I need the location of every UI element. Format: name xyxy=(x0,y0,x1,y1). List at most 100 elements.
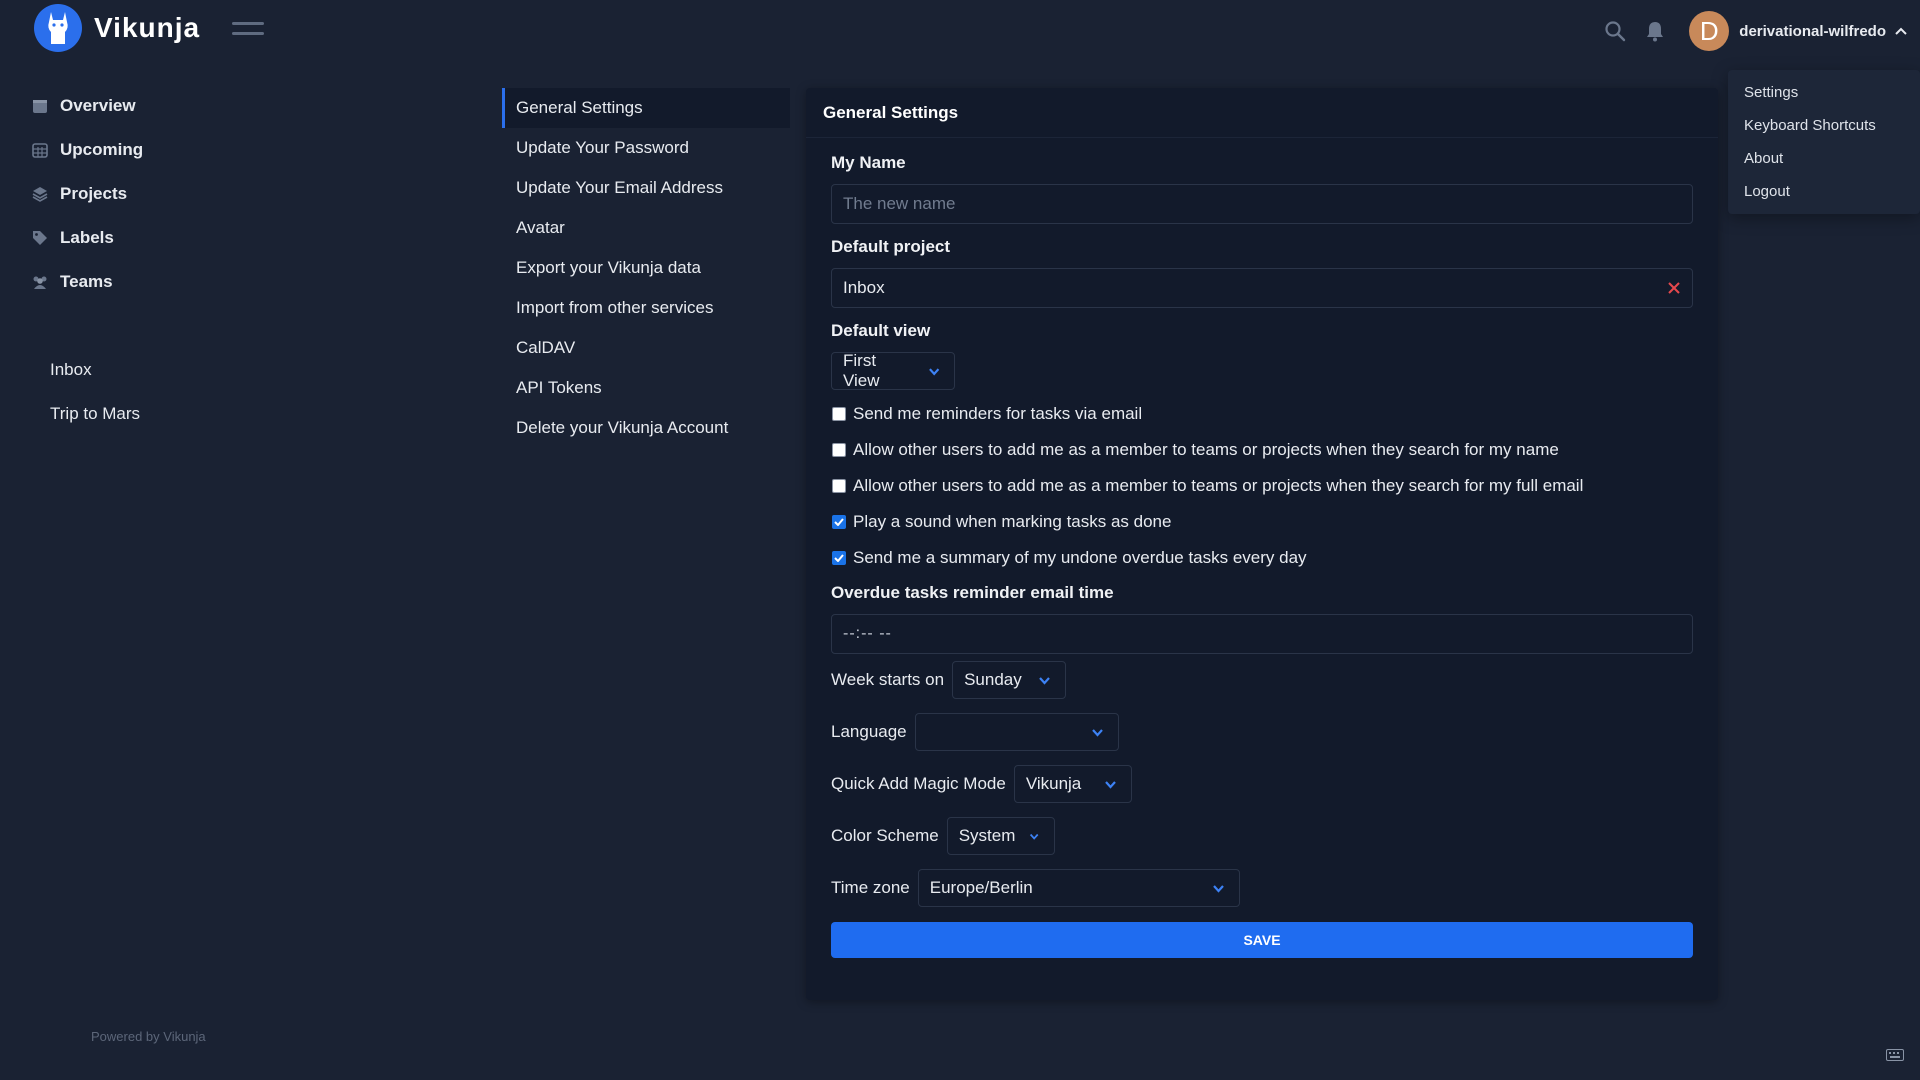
checkbox-label: Send me a summary of my undone overdue t… xyxy=(853,548,1307,567)
settings-nav-avatar[interactable]: Avatar xyxy=(502,208,790,248)
users-icon xyxy=(30,272,50,292)
color-scheme-select[interactable]: System xyxy=(946,817,1055,855)
settings-nav-caldav[interactable]: CalDAV xyxy=(502,328,790,368)
quick-add-select[interactable]: Vikunja xyxy=(1013,765,1132,803)
app-name: Vikunja xyxy=(94,12,201,43)
clear-icon[interactable] xyxy=(1668,282,1680,294)
sidebar-item-label: Labels xyxy=(60,228,114,247)
menu-toggle-button[interactable] xyxy=(232,22,264,42)
checkbox-overdue-summary[interactable]: Send me a summary of my undone overdue t… xyxy=(831,540,1694,576)
color-scheme-row: Color Scheme System xyxy=(831,810,1694,862)
timezone-row: Time zone Europe/Berlin xyxy=(831,862,1694,914)
app-logo[interactable]: Vikunja xyxy=(34,4,200,52)
settings-nav-import[interactable]: Import from other services xyxy=(502,288,790,328)
user-dropdown-menu: Settings Keyboard Shortcuts About Logout xyxy=(1728,70,1920,214)
checkbox-discoverable-by-email[interactable]: Allow other users to add me as a member … xyxy=(831,468,1694,504)
checkbox-email-reminders[interactable]: Send me reminders for tasks via email xyxy=(831,396,1694,432)
save-button[interactable]: Save xyxy=(831,922,1693,958)
chevron-down-icon xyxy=(1091,728,1103,737)
menu-item-keyboard-shortcuts[interactable]: Keyboard Shortcuts xyxy=(1728,109,1920,142)
settings-nav-delete-account[interactable]: Delete your Vikunja Account xyxy=(502,408,790,448)
timezone-value: Europe/Berlin xyxy=(929,878,1033,897)
chevron-down-icon xyxy=(928,367,939,375)
llama-icon xyxy=(34,4,82,52)
week-start-select[interactable]: Sunday xyxy=(952,661,1067,699)
checkbox-discoverable-by-name[interactable]: Allow other users to add me as a member … xyxy=(831,432,1694,468)
chevron-down-icon xyxy=(1039,676,1050,685)
settings-nav-general[interactable]: General Settings xyxy=(502,88,790,128)
card-body: My Name The new name Default project Inb… xyxy=(806,138,1718,958)
sidebar-item-upcoming[interactable]: Upcoming xyxy=(30,128,143,172)
chevron-up-icon xyxy=(1895,27,1907,35)
default-project-input[interactable]: Inbox xyxy=(831,268,1693,308)
settings-navigation: General Settings Update Your Password Up… xyxy=(502,88,790,448)
color-scheme-label: Color Scheme xyxy=(831,826,939,845)
username: derivational-wilfredo xyxy=(1739,22,1886,40)
calendar-grid-icon xyxy=(30,140,50,160)
layers-icon xyxy=(30,184,50,204)
bell-icon[interactable] xyxy=(1635,11,1675,51)
card-title: General Settings xyxy=(806,88,1718,138)
project-item-trip-to-mars[interactable]: Trip to Mars xyxy=(50,396,140,440)
sidebar-item-overview[interactable]: Overview xyxy=(30,84,143,128)
my-name-input[interactable]: The new name xyxy=(831,184,1693,224)
default-project-value: Inbox xyxy=(843,278,885,297)
hamburger-line xyxy=(232,22,264,25)
default-view-select[interactable]: First View xyxy=(831,351,955,390)
settings-nav-password[interactable]: Update Your Password xyxy=(502,128,790,168)
checkbox[interactable] xyxy=(832,551,846,565)
quick-add-label: Quick Add Magic Mode xyxy=(831,774,1006,793)
user-menu-trigger[interactable]: D derivational-wilfredo xyxy=(1689,11,1908,51)
settings-nav-export[interactable]: Export your Vikunja data xyxy=(502,248,790,288)
color-scheme-value: System xyxy=(958,826,1016,845)
sidebar-item-label: Teams xyxy=(60,272,113,291)
general-settings-card: General Settings My Name The new name De… xyxy=(806,88,1718,1000)
keyboard-icon[interactable] xyxy=(1886,1048,1904,1066)
chevron-down-icon xyxy=(1212,884,1224,893)
project-item-inbox[interactable]: Inbox xyxy=(50,352,140,396)
chevron-down-icon xyxy=(1030,833,1039,840)
menu-item-about[interactable]: About xyxy=(1728,142,1920,175)
tags-icon xyxy=(30,228,50,248)
avatar: D xyxy=(1689,11,1730,51)
quick-add-row: Quick Add Magic Mode Vikunja xyxy=(831,758,1694,810)
overdue-time-input[interactable]: --:-- -- xyxy=(831,614,1693,654)
checkbox[interactable] xyxy=(832,515,846,529)
language-label: Language xyxy=(831,722,907,741)
overdue-time-label: Overdue tasks reminder email time xyxy=(831,583,1114,602)
overdue-time-value: --:-- -- xyxy=(843,625,892,642)
timezone-select[interactable]: Europe/Berlin xyxy=(917,869,1240,907)
checkbox-label: Allow other users to add me as a member … xyxy=(853,440,1559,459)
hamburger-line xyxy=(232,32,264,35)
sidebar-item-label: Projects xyxy=(60,184,128,203)
sidebar-item-projects[interactable]: Projects xyxy=(30,172,143,216)
calendar-icon xyxy=(30,96,50,116)
checkbox[interactable] xyxy=(832,443,846,457)
header-actions: D derivational-wilfredo xyxy=(1595,0,1920,62)
checkbox-play-sound[interactable]: Play a sound when marking tasks as done xyxy=(831,504,1694,540)
checkbox-label: Allow other users to add me as a member … xyxy=(853,476,1584,495)
checkbox-label: Play a sound when marking tasks as done xyxy=(853,512,1172,531)
checkbox-label: Send me reminders for tasks via email xyxy=(853,404,1143,423)
quick-add-value: Vikunja xyxy=(1025,774,1082,793)
search-icon[interactable] xyxy=(1595,11,1635,51)
menu-item-settings[interactable]: Settings xyxy=(1728,76,1920,109)
language-select[interactable] xyxy=(914,713,1119,751)
sidebar-item-label: Overview xyxy=(60,96,136,115)
sidebar-item-teams[interactable]: Teams xyxy=(30,260,143,304)
sidebar-item-labels[interactable]: Labels xyxy=(30,216,143,260)
check-icon xyxy=(834,518,844,526)
checkbox[interactable] xyxy=(832,479,846,493)
default-view-label: Default view xyxy=(831,321,931,340)
week-start-value: Sunday xyxy=(964,670,1022,689)
settings-nav-email[interactable]: Update Your Email Address xyxy=(502,168,790,208)
project-list: Inbox Trip to Mars xyxy=(50,352,140,440)
week-start-row: Week starts on Sunday xyxy=(831,654,1694,706)
powered-by-footer[interactable]: Powered by Vikunja xyxy=(91,1029,206,1044)
menu-item-logout[interactable]: Logout xyxy=(1728,175,1920,208)
settings-nav-api-tokens[interactable]: API Tokens xyxy=(502,368,790,408)
checkbox[interactable] xyxy=(832,407,846,421)
week-start-label: Week starts on xyxy=(831,670,945,689)
my-name-label: My Name xyxy=(831,153,906,172)
check-icon xyxy=(834,554,844,562)
